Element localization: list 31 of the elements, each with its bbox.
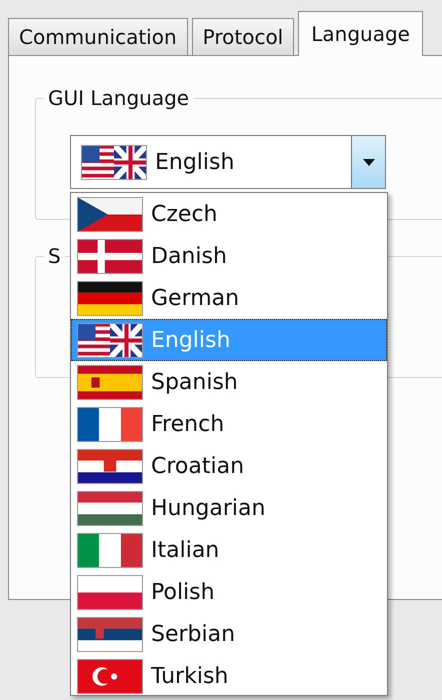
language-option[interactable]: Danish (71, 235, 387, 277)
tab[interactable]: Protocol (192, 18, 294, 55)
language-option[interactable]: Hungarian (71, 487, 387, 529)
flag-icon (77, 280, 143, 316)
language-option[interactable]: German (71, 277, 387, 319)
language-option[interactable]: Spanish (71, 361, 387, 403)
dropdown-arrow-button[interactable] (351, 136, 385, 188)
language-option[interactable]: Croatian (71, 445, 387, 487)
combo-value: English (155, 148, 234, 176)
flag-icon (77, 616, 143, 652)
flag-icon (77, 238, 143, 274)
flag-icon (77, 448, 143, 484)
flag-icon (77, 532, 143, 568)
language-option[interactable]: Italian (71, 529, 387, 571)
language-option[interactable]: Turkish (71, 655, 387, 697)
tab[interactable]: Language (298, 11, 423, 56)
language-option[interactable]: French (71, 403, 387, 445)
flag-icon (81, 144, 147, 180)
language-combo[interactable]: English (70, 135, 386, 189)
caret-icon (362, 158, 374, 166)
language-option[interactable]: Polish (71, 571, 387, 613)
flag-icon (77, 574, 143, 610)
flag-icon (77, 490, 143, 526)
tab[interactable]: Communication (8, 18, 188, 55)
flag-icon (77, 322, 143, 358)
flag-icon (77, 406, 143, 442)
flag-icon (77, 364, 143, 400)
flag-icon (77, 658, 143, 694)
language-option[interactable]: Czech (71, 193, 387, 235)
language-option[interactable]: Serbian (71, 613, 387, 655)
flag-icon (77, 196, 143, 232)
